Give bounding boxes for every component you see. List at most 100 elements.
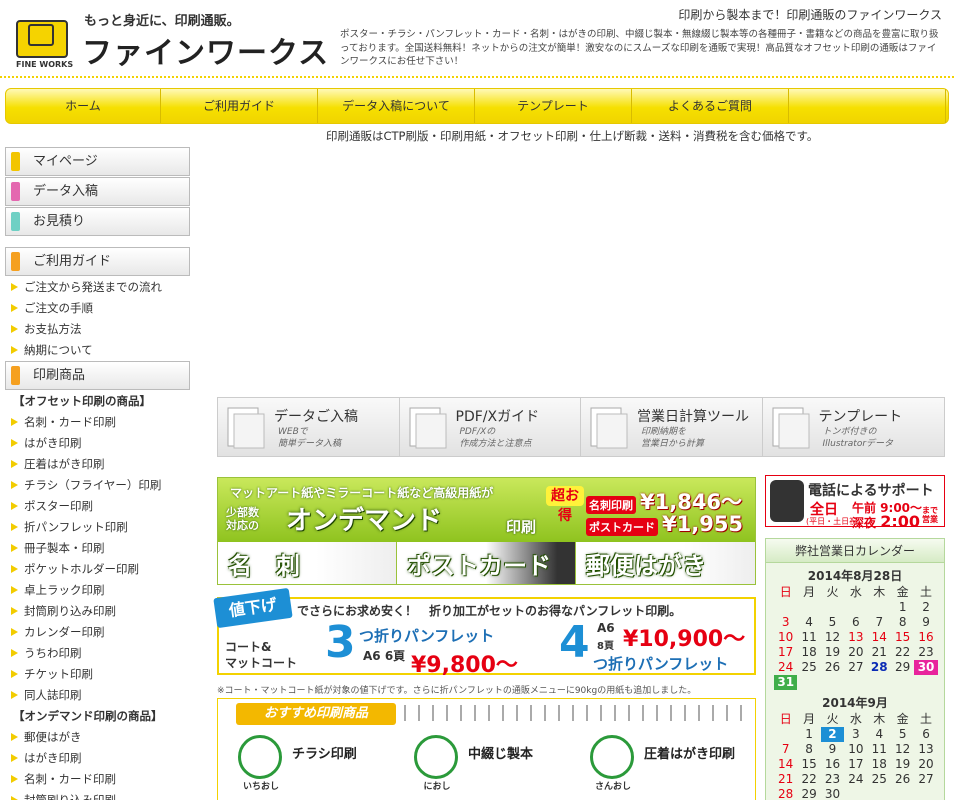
calendar-day[interactable]: 4 bbox=[868, 727, 891, 742]
calendar-day[interactable]: 4 bbox=[797, 615, 820, 630]
calendar-day[interactable]: 5 bbox=[821, 615, 844, 630]
calendar-day[interactable]: 28 bbox=[774, 787, 797, 800]
sidebar-offset-link[interactable]: 圧着はがき印刷 bbox=[5, 454, 190, 475]
site-brand-name[interactable]: ファインワークス bbox=[82, 28, 329, 72]
calendar-day[interactable]: 23 bbox=[821, 772, 844, 787]
calendar-day[interactable]: 16 bbox=[914, 630, 937, 645]
calendar-day[interactable]: 13 bbox=[914, 742, 937, 757]
sidebar-offset-link[interactable]: ポケットホルダー印刷 bbox=[5, 559, 190, 580]
calendar-day[interactable]: 14 bbox=[774, 757, 797, 772]
ondemand-product-1[interactable]: 名 刺 bbox=[218, 542, 397, 584]
sidebar-guide-link[interactable]: お支払方法 bbox=[5, 319, 190, 340]
quick-link-1[interactable]: データご入稿 WEBで 簡単データ入稿 bbox=[218, 398, 400, 456]
calendar-day[interactable]: 12 bbox=[821, 630, 844, 645]
recommended-item-1[interactable]: いちおし チラシ印刷 bbox=[226, 735, 401, 795]
calendar-day[interactable]: 30 bbox=[821, 787, 844, 800]
calendar-day[interactable]: 21 bbox=[774, 772, 797, 787]
calendar-day[interactable]: 19 bbox=[891, 757, 914, 772]
calendar-day[interactable]: 22 bbox=[797, 772, 820, 787]
calendar-day[interactable]: 19 bbox=[821, 645, 844, 660]
calendar-day[interactable]: 20 bbox=[844, 645, 867, 660]
calendar-day[interactable]: 17 bbox=[844, 757, 867, 772]
calendar-day[interactable]: 12 bbox=[891, 742, 914, 757]
calendar-day[interactable]: 29 bbox=[891, 660, 914, 675]
sidebar-offset-link[interactable]: ポスター印刷 bbox=[5, 496, 190, 517]
sidebar-guide-link[interactable]: ご注文から発送までの流れ bbox=[5, 277, 190, 298]
calendar-day[interactable]: 27 bbox=[844, 660, 867, 675]
calendar-day[interactable]: 11 bbox=[797, 630, 820, 645]
calendar-day[interactable]: 17 bbox=[774, 645, 797, 660]
quick-link-2[interactable]: PDF/Xガイド PDF/Xの 作成方法と注意点 bbox=[399, 398, 581, 456]
sidebar-offset-link[interactable]: 封筒刷り込み印刷 bbox=[5, 601, 190, 622]
calendar-day[interactable]: 27 bbox=[914, 772, 937, 787]
calendar-day[interactable]: 26 bbox=[821, 660, 844, 675]
sidebar-offset-link[interactable]: チケット印刷 bbox=[5, 664, 190, 685]
sidebar-ondemand-link[interactable]: 封筒刷り込み印刷 bbox=[5, 790, 190, 800]
sidebar-offset-link[interactable]: 同人誌印刷 bbox=[5, 685, 190, 706]
sidebar-button-1[interactable]: マイページ bbox=[5, 147, 190, 176]
calendar-day[interactable]: 8 bbox=[891, 615, 914, 630]
nav-item-4[interactable]: テンプレート bbox=[475, 89, 632, 123]
calendar-day[interactable]: 6 bbox=[914, 727, 937, 742]
nav-item-2[interactable]: ご利用ガイド bbox=[161, 89, 318, 123]
sidebar-button-2[interactable]: データ入稿 bbox=[5, 177, 190, 206]
calendar-day[interactable]: 15 bbox=[797, 757, 820, 772]
calendar-day[interactable]: 23 bbox=[914, 645, 937, 660]
nav-item-5[interactable]: よくあるご質問 bbox=[632, 89, 789, 123]
calendar-day[interactable]: 18 bbox=[797, 645, 820, 660]
calendar-day[interactable]: 22 bbox=[891, 645, 914, 660]
fineworks-logo[interactable]: FINE WORKS bbox=[10, 8, 80, 70]
sidebar-ondemand-link[interactable]: 名刺・カード印刷 bbox=[5, 769, 190, 790]
sidebar-offset-link[interactable]: 冊子製本・印刷 bbox=[5, 538, 190, 559]
calendar-day[interactable]: 8 bbox=[797, 742, 820, 757]
calendar-day[interactable]: 20 bbox=[914, 757, 937, 772]
sidebar-ondemand-link[interactable]: 郵便はがき bbox=[5, 727, 190, 748]
calendar-day[interactable]: 9 bbox=[821, 742, 844, 757]
phone-support-banner[interactable]: 電話によるサポート 全日 (平日・土日祝) 午前 9:00～ 深夜 2:00 ま… bbox=[765, 475, 945, 531]
calendar-day[interactable]: 25 bbox=[797, 660, 820, 675]
calendar-day[interactable]: 3 bbox=[774, 615, 797, 630]
calendar-day[interactable]: 16 bbox=[821, 757, 844, 772]
calendar-day[interactable]: 11 bbox=[868, 742, 891, 757]
calendar-day[interactable]: 26 bbox=[891, 772, 914, 787]
sidebar-offset-link[interactable]: チラシ（フライヤー）印刷 bbox=[5, 475, 190, 496]
nav-item-3[interactable]: データ入稿について bbox=[318, 89, 475, 123]
calendar-day[interactable]: 31 bbox=[774, 675, 798, 690]
recommended-item-3[interactable]: さんおし 圧着はがき印刷 bbox=[578, 735, 753, 795]
calendar-day[interactable]: 6 bbox=[844, 615, 867, 630]
ondemand-product-3[interactable]: 郵便はがき bbox=[576, 542, 755, 584]
calendar-day[interactable]: 25 bbox=[868, 772, 891, 787]
calendar-day[interactable]: 2 bbox=[820, 727, 845, 742]
calendar-day[interactable]: 24 bbox=[844, 772, 867, 787]
calendar-day[interactable]: 2 bbox=[914, 600, 937, 615]
calendar-day[interactable]: 1 bbox=[891, 600, 914, 615]
sidebar-offset-link[interactable]: 折パンフレット印刷 bbox=[5, 517, 190, 538]
quick-link-4[interactable]: テンプレート トンボ付きの Illustratorデータ bbox=[762, 398, 944, 456]
recommended-item-2[interactable]: におし 中綴じ製本 bbox=[402, 735, 577, 795]
sidebar-offset-link[interactable]: はがき印刷 bbox=[5, 433, 190, 454]
calendar-day[interactable]: 14 bbox=[868, 630, 891, 645]
calendar-day[interactable]: 13 bbox=[844, 630, 867, 645]
sidebar-offset-link[interactable]: 名刺・カード印刷 bbox=[5, 412, 190, 433]
sidebar-guide-link[interactable]: 納期について bbox=[5, 340, 190, 361]
calendar-day[interactable]: 1 bbox=[797, 727, 820, 742]
calendar-day[interactable]: 9 bbox=[914, 615, 937, 630]
calendar-day[interactable]: 5 bbox=[891, 727, 914, 742]
calendar-day[interactable]: 7 bbox=[774, 742, 797, 757]
calendar-day[interactable]: 21 bbox=[868, 645, 891, 660]
calendar-day[interactable]: 10 bbox=[844, 742, 867, 757]
sidebar-ondemand-link[interactable]: はがき印刷 bbox=[5, 748, 190, 769]
sidebar-offset-link[interactable]: 卓上ラック印刷 bbox=[5, 580, 190, 601]
calendar-day[interactable]: 15 bbox=[891, 630, 914, 645]
sidebar-offset-link[interactable]: カレンダー印刷 bbox=[5, 622, 190, 643]
nav-item-6[interactable] bbox=[789, 89, 946, 123]
ondemand-banner[interactable]: マットアート紙やミラーコート紙など高級用紙が 超お得 少部数 対応の オンデマン… bbox=[217, 477, 756, 585]
sidebar-offset-link[interactable]: うちわ印刷 bbox=[5, 643, 190, 664]
sidebar-button-3[interactable]: お見積り bbox=[5, 207, 190, 236]
calendar-day[interactable]: 18 bbox=[868, 757, 891, 772]
calendar-day[interactable]: 29 bbox=[797, 787, 820, 800]
calendar-day[interactable]: 7 bbox=[868, 615, 891, 630]
calendar-day[interactable]: 3 bbox=[844, 727, 867, 742]
ondemand-product-2[interactable]: ポストカード bbox=[397, 542, 576, 584]
calendar-day[interactable]: 10 bbox=[774, 630, 797, 645]
